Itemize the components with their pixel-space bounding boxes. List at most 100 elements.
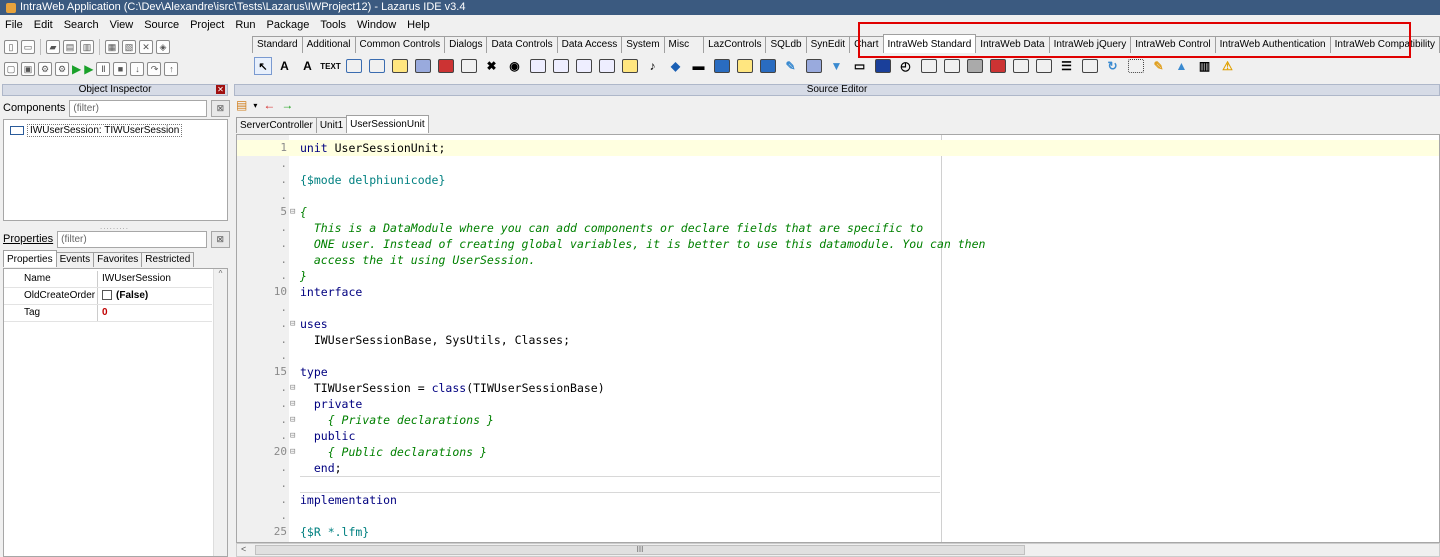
compile-icon[interactable]: ⚙ xyxy=(55,62,69,76)
iw-component-icon[interactable]: ▼ xyxy=(826,56,847,76)
tab-misc[interactable]: Misc xyxy=(663,36,705,53)
code-line[interactable]: . xyxy=(237,348,1439,364)
view-units-list-icon[interactable]: ▣ xyxy=(21,62,35,76)
iw-component-icon[interactable] xyxy=(964,56,985,76)
run-icon[interactable]: ▶ xyxy=(72,62,81,76)
property-row[interactable]: Name IWUserSession xyxy=(4,271,212,288)
code-editor[interactable]: 1 unit UserSessionUnit; . . {$mode delphiu… xyxy=(236,134,1440,543)
code-line[interactable]: . {$mode delphiunicode} xyxy=(237,172,1439,188)
property-value[interactable]: (False) xyxy=(102,288,148,304)
menu-view[interactable]: View xyxy=(110,17,134,33)
tree-item[interactable]: IWUserSession: TIWUserSession xyxy=(10,124,183,137)
iw-component-icon[interactable]: ◉ xyxy=(504,56,525,76)
iw-component-icon[interactable] xyxy=(941,56,962,76)
menu-file[interactable]: File xyxy=(5,17,23,33)
iw-component-icon[interactable] xyxy=(803,56,824,76)
iw-component-icon[interactable]: ◴ xyxy=(895,56,916,76)
jump-back-icon[interactable]: ← xyxy=(263,98,275,112)
horizontal-scrollbar[interactable]: < III xyxy=(236,543,1440,557)
tab-servercontroller[interactable]: ServerController xyxy=(236,117,317,133)
pause-icon[interactable]: Ⅱ xyxy=(96,62,111,76)
project-inspector-icon[interactable]: ◈ xyxy=(156,40,170,54)
code-line[interactable]: . end; xyxy=(237,460,1439,476)
warning-icon[interactable]: ⚠ xyxy=(1217,56,1238,76)
iw-url-icon[interactable]: A xyxy=(297,56,318,76)
code-line[interactable]: . ⊟ public xyxy=(237,428,1439,444)
iw-component-icon[interactable]: ✎ xyxy=(1148,56,1169,76)
code-line[interactable]: . ONE user. Instead of creating global v… xyxy=(237,236,1439,252)
code-line[interactable]: . xyxy=(237,156,1439,172)
iw-chart-icon[interactable]: ▥ xyxy=(1194,56,1215,76)
tab-data-controls[interactable]: Data Controls xyxy=(486,36,558,53)
options-icon[interactable]: ✕ xyxy=(139,40,153,54)
save-icon[interactable]: ▤ xyxy=(63,40,77,54)
code-line[interactable]: 5 ⊟{ xyxy=(237,204,1439,220)
iw-component-icon[interactable] xyxy=(550,56,571,76)
property-value[interactable]: IWUserSession xyxy=(102,271,171,287)
menu-tools[interactable]: Tools xyxy=(320,17,346,33)
code-line[interactable]: . This is a DataModule where you can add… xyxy=(237,220,1439,236)
iw-component-icon[interactable]: ✎ xyxy=(780,56,801,76)
code-line[interactable]: 20 ⊟ { Public declarations } xyxy=(237,444,1439,460)
properties-filter-input[interactable]: (filter) xyxy=(57,230,207,248)
menu-package[interactable]: Package xyxy=(267,17,310,33)
close-icon[interactable]: ✕ xyxy=(216,85,225,94)
iw-component-icon[interactable] xyxy=(596,56,617,76)
tab-data-access[interactable]: Data Access xyxy=(556,36,623,53)
scroll-up-icon[interactable]: ^ xyxy=(219,269,223,278)
iw-component-icon[interactable] xyxy=(1079,56,1100,76)
tab-unit1[interactable]: Unit1 xyxy=(315,117,348,133)
code-line[interactable]: . ⊟ uses xyxy=(237,316,1439,332)
iw-component-icon[interactable]: ↻ xyxy=(1102,56,1123,76)
code-line[interactable]: . ⊟ { Private declarations } xyxy=(237,412,1439,428)
step-into-icon[interactable]: ↓ xyxy=(130,62,145,76)
iw-component-icon[interactable]: ♪ xyxy=(642,56,663,76)
scrollbar-thumb[interactable]: III xyxy=(255,545,1025,555)
iw-component-icon[interactable] xyxy=(343,56,364,76)
tab-lazcontrols[interactable]: LazControls xyxy=(703,36,767,53)
tab-dialogs[interactable]: Dialogs xyxy=(444,36,488,53)
build-icon[interactable]: ⚙ xyxy=(38,62,52,76)
tab-system[interactable]: System xyxy=(621,36,665,53)
iw-component-icon[interactable] xyxy=(872,56,893,76)
code-line[interactable]: 25 {$R *.lfm} xyxy=(237,524,1439,540)
step-over-icon[interactable]: ↷ xyxy=(147,62,162,76)
iw-component-icon[interactable]: ▲ xyxy=(1171,56,1192,76)
iw-component-icon[interactable] xyxy=(734,56,755,76)
property-row[interactable]: OldCreateOrder (False) xyxy=(4,288,212,305)
new-unit-icon[interactable]: ▯ xyxy=(4,40,18,54)
run-without-debug-icon[interactable]: ▶ xyxy=(84,62,93,76)
dropdown-arrow-icon[interactable]: ▾ xyxy=(253,101,257,110)
tab-properties[interactable]: Properties xyxy=(3,250,57,267)
tab-restricted[interactable]: Restricted xyxy=(141,252,195,267)
view-forms-icon[interactable]: ▢ xyxy=(4,62,18,76)
code-line[interactable]: 1 unit UserSessionUnit; xyxy=(237,140,1439,156)
iw-component-icon[interactable]: ▬ xyxy=(688,56,709,76)
iw-component-icon[interactable] xyxy=(987,56,1008,76)
code-line[interactable]: .} xyxy=(237,268,1439,284)
iw-text-icon[interactable]: TEXT xyxy=(320,56,341,76)
iw-label-icon[interactable]: A xyxy=(274,56,295,76)
iw-component-icon[interactable] xyxy=(435,56,456,76)
pointer-icon[interactable]: ↖ xyxy=(254,57,272,75)
iw-component-icon[interactable] xyxy=(527,56,548,76)
toggle-form-icon[interactable]: ▦ xyxy=(105,40,119,54)
iw-component-icon[interactable] xyxy=(918,56,939,76)
iw-component-icon[interactable] xyxy=(458,56,479,76)
menu-window[interactable]: Window xyxy=(357,17,396,33)
tab-synedit[interactable]: SynEdit xyxy=(805,36,851,53)
iw-component-icon[interactable] xyxy=(1033,56,1054,76)
clear-filter-icon[interactable]: ⊠ xyxy=(210,230,230,248)
iw-component-icon[interactable] xyxy=(1010,56,1031,76)
code-line[interactable]: . ⊟ private xyxy=(237,396,1439,412)
property-value[interactable]: 0 xyxy=(102,305,108,321)
iw-component-icon[interactable] xyxy=(412,56,433,76)
menu-project[interactable]: Project xyxy=(190,17,224,33)
tab-sqldb[interactable]: SQLdb xyxy=(765,36,807,53)
code-line[interactable]: . xyxy=(237,476,1439,492)
code-line[interactable]: . xyxy=(237,508,1439,524)
tab-additional[interactable]: Additional xyxy=(301,36,356,53)
iw-component-icon[interactable] xyxy=(366,56,387,76)
menu-run[interactable]: Run xyxy=(235,17,255,33)
iw-component-icon[interactable]: ✖ xyxy=(481,56,502,76)
